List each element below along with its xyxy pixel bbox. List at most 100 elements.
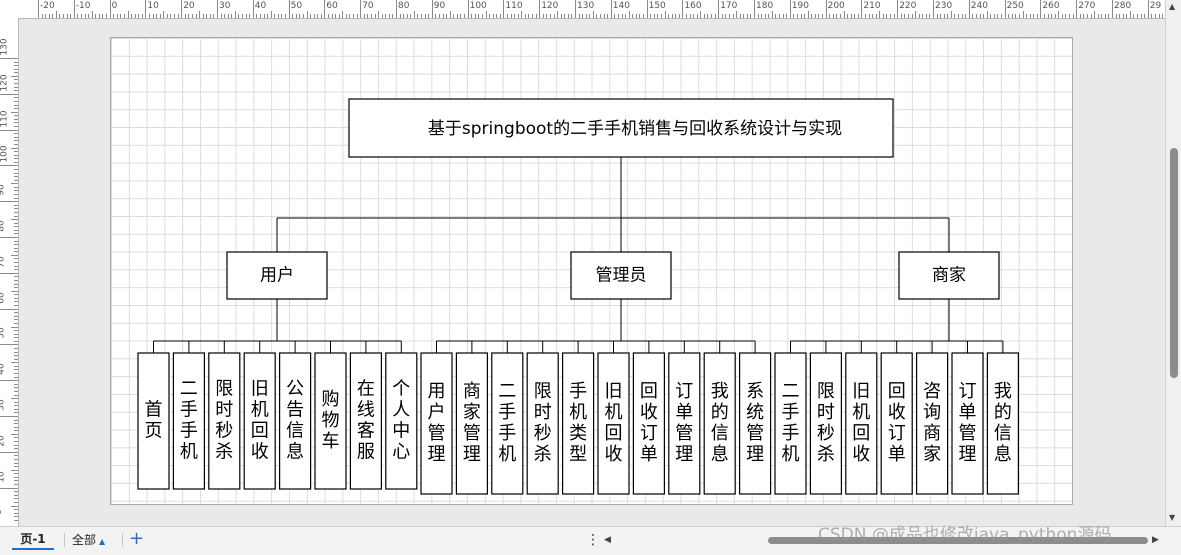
ruler-tick xyxy=(88,14,90,18)
ruler-tick xyxy=(14,258,18,260)
ruler-tick xyxy=(1001,14,1003,18)
ruler-tick xyxy=(761,14,763,18)
ruler-tick xyxy=(1040,0,1042,18)
ruler-tick xyxy=(285,14,287,18)
ruler-tick xyxy=(0,165,18,167)
ruler-tick xyxy=(614,14,616,18)
ruler-tick xyxy=(997,14,999,18)
ruler-tick xyxy=(14,97,18,99)
all-pages-dropdown[interactable]: 全部 ▲ xyxy=(72,530,105,550)
function-node-char: 二 xyxy=(498,381,516,402)
ruler-tick xyxy=(510,14,512,18)
ruler-label: 10 xyxy=(0,470,7,483)
function-node-char: 中 xyxy=(392,421,410,442)
scroll-right-icon[interactable]: ▶ xyxy=(1152,535,1159,545)
ruler-tick xyxy=(832,14,834,18)
ruler-tick xyxy=(990,14,992,18)
ruler-tick xyxy=(14,405,18,407)
function-node-char: 机 xyxy=(852,402,870,423)
ruler-tick xyxy=(52,14,54,18)
ruler-tick xyxy=(188,14,190,18)
ruler-tick xyxy=(238,14,240,18)
ruler-tick xyxy=(14,419,18,421)
ruler-tick xyxy=(822,14,824,18)
diagram-page[interactable]: 基于springboot的二手手机销售与回收系统设计与实现用户首页首页二手手机二… xyxy=(110,37,1073,505)
ruler-tick xyxy=(1162,14,1164,18)
ruler-tick xyxy=(868,14,870,18)
function-node-char: 旧 xyxy=(251,379,269,400)
ruler-tick xyxy=(14,355,18,357)
ruler-tick xyxy=(517,14,519,18)
ruler-tick xyxy=(73,0,75,18)
ruler-tick xyxy=(1129,11,1131,18)
ruler-tick xyxy=(66,14,68,18)
ruler-tick xyxy=(596,14,598,18)
ruler-tick xyxy=(0,237,18,238)
ruler-tick xyxy=(671,14,673,18)
ruler-tick xyxy=(14,376,18,378)
ruler-tick xyxy=(918,14,920,18)
ruler-tick xyxy=(718,0,720,18)
ruler-tick xyxy=(11,398,18,400)
function-node-char: 机 xyxy=(498,444,516,465)
ruler-tick xyxy=(14,190,18,192)
ruler-tick xyxy=(635,14,637,18)
ruler-tick xyxy=(524,14,526,18)
ruler-tick xyxy=(567,14,569,18)
ruler-tick xyxy=(0,451,18,453)
function-node-char: 手 xyxy=(782,402,800,423)
ruler-tick xyxy=(1033,14,1035,18)
scroll-up-icon[interactable]: ▲ xyxy=(1169,3,1175,11)
ruler-tick xyxy=(14,287,18,289)
ruler-tick xyxy=(113,14,115,18)
ruler-tick xyxy=(45,14,47,18)
ruler-label: 50 xyxy=(0,327,7,340)
ruler-tick xyxy=(14,269,18,271)
ruler-tick xyxy=(209,14,211,18)
function-node-char: 理 xyxy=(959,444,977,465)
ruler-tick xyxy=(374,14,376,18)
ruler-tick xyxy=(14,455,18,457)
function-node-char: 信 xyxy=(711,423,729,444)
function-node-char: 户 xyxy=(428,402,446,423)
ruler-tick xyxy=(48,14,50,18)
function-node-char: 管 xyxy=(463,423,481,444)
ruler-tick xyxy=(954,14,956,18)
ruler-label: 240 xyxy=(970,1,988,11)
role-node-label: 管理员 xyxy=(596,266,647,286)
vertical-scrollbar[interactable]: ▲ ▼ xyxy=(1165,0,1181,526)
ruler-tick xyxy=(11,183,18,185)
ruler-tick xyxy=(220,14,222,18)
ruler-tick xyxy=(14,126,18,128)
ruler-label: 170 xyxy=(720,1,738,11)
ruler-tick xyxy=(1076,0,1078,18)
ruler-tick xyxy=(191,14,193,18)
ruler-tick xyxy=(1011,14,1013,18)
ruler-tick xyxy=(14,244,18,246)
function-node-char: 订 xyxy=(888,423,906,444)
ruler-label: 29 xyxy=(1149,1,1162,11)
ruler-tick xyxy=(11,505,18,507)
plus-icon[interactable]: + xyxy=(129,528,144,550)
ruler-tick xyxy=(872,14,874,18)
ruler-tick xyxy=(14,480,18,482)
ruler-tick xyxy=(14,247,18,249)
ruler-tick xyxy=(14,305,18,307)
ruler-tick xyxy=(464,14,466,18)
vertical-scroll-thumb[interactable] xyxy=(1170,148,1178,378)
ruler-tick xyxy=(446,14,448,18)
ruler-tick xyxy=(123,14,125,18)
ruler-tick xyxy=(98,14,100,18)
tab-page-1[interactable]: 页-1 xyxy=(12,530,54,550)
ruler-tick xyxy=(317,14,319,18)
ruler-tick xyxy=(14,458,18,460)
function-node-char: 信 xyxy=(286,421,304,442)
scroll-left-icon[interactable]: ◀ xyxy=(604,535,611,545)
scroll-down-icon[interactable]: ▼ xyxy=(1169,514,1175,522)
ruler-tick xyxy=(145,0,147,18)
ruler-label: 40 xyxy=(254,1,267,11)
ruler-tick xyxy=(14,279,18,281)
ruler-tick xyxy=(11,362,18,364)
ruler-tick xyxy=(195,14,197,18)
ruler-tick xyxy=(893,14,895,18)
